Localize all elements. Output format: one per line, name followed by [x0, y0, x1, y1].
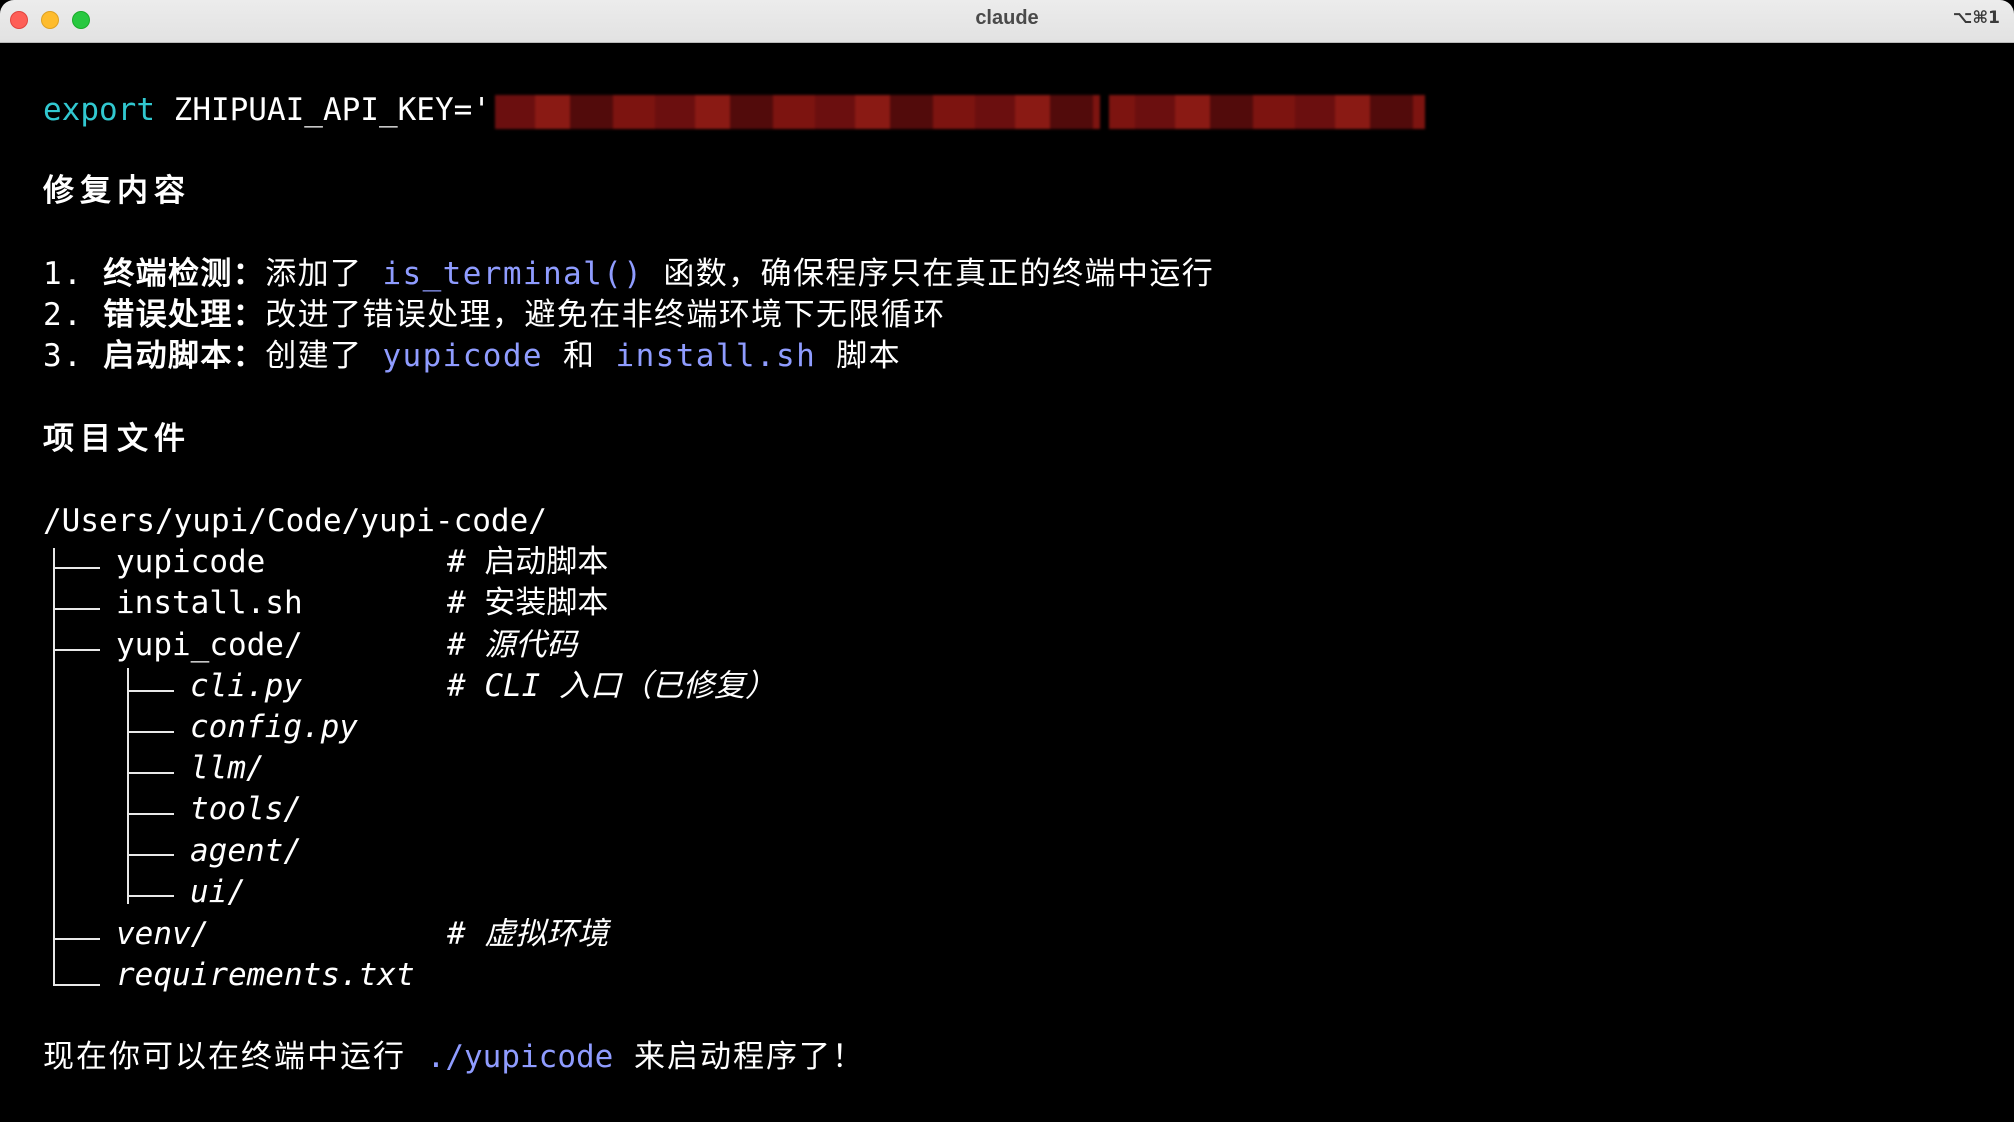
tree-comment: # 安装脚本	[447, 585, 609, 621]
fix-item-code: yupicode	[382, 338, 543, 374]
fix-section-heading: 修复内容	[43, 173, 191, 209]
window-shortcut-label: ⌥⌘1	[1952, 8, 2000, 28]
tree-entry: requirements.txt	[116, 957, 415, 993]
fix-item-label: 错误处理：	[103, 297, 266, 333]
footer-text: 来启动程序了！	[613, 1039, 865, 1075]
fix-item-label: 启动脚本：	[103, 338, 266, 374]
fix-item-number: 2.	[43, 297, 104, 333]
fix-item-text: 创建了	[265, 338, 383, 374]
tree-root-path: /Users/yupi/Code/yupi-code/	[43, 503, 547, 539]
fix-item-3: 3. 启动脚本：创建了 yupicode 和 install.sh 脚本	[43, 336, 901, 377]
fix-item-code: is_terminal()	[382, 256, 644, 292]
fix-item-label: 终端检测：	[103, 256, 266, 292]
fix-item-text: 脚本	[816, 338, 902, 374]
export-line: export ZHIPUAI_API_KEY='	[43, 90, 1425, 131]
redacted-api-key	[494, 94, 1425, 129]
terminal-output[interactable]: export ZHIPUAI_API_KEY=' 修复内容 1. 终端检测：添加…	[0, 43, 2014, 1122]
files-section-heading: 项目文件	[43, 421, 191, 457]
export-keyword: export	[43, 92, 155, 128]
tree-entry: yupicode	[116, 544, 266, 580]
fix-item-text: 添加了	[265, 256, 383, 292]
tree-entry: yupi_code/	[116, 627, 303, 663]
footer-text: 现在你可以在终端中运行	[43, 1039, 427, 1075]
tree-entry: ui/	[190, 874, 246, 910]
tree-entry: tools/	[190, 791, 302, 827]
fix-item-number: 3.	[43, 338, 104, 374]
terminal-window: claude ⌥⌘1 export ZHIPUAI_API_KEY=' 修复内容…	[0, 0, 2014, 1122]
tree-entry: agent/	[190, 833, 302, 869]
footer-message: 现在你可以在终端中运行 ./yupicode 来启动程序了！	[43, 1037, 865, 1078]
tree-comment: # 源代码	[447, 627, 578, 663]
fix-item-text: 函数，确保程序只在真正的终端中运行	[643, 256, 1215, 292]
fix-item-1: 1. 终端检测：添加了 is_terminal() 函数，确保程序只在真正的终端…	[43, 254, 1214, 295]
tree-comment: # 启动脚本	[447, 544, 609, 580]
tree-entry: install.sh	[116, 585, 303, 621]
file-tree-lines	[50, 548, 174, 1042]
window-title: claude	[975, 7, 1039, 29]
fix-item-number: 1.	[43, 256, 104, 292]
fix-item-text: 改进了错误处理，避免在非终端环境下无限循环	[265, 297, 946, 333]
tree-entry: llm/	[190, 750, 265, 786]
fix-item-2: 2. 错误处理：改进了错误处理，避免在非终端环境下无限循环	[43, 295, 946, 336]
tree-comment: # 虚拟环境	[447, 916, 609, 952]
tree-comment: # CLI 入口（已修复）	[447, 668, 776, 704]
tree-entry: cli.py	[190, 668, 302, 704]
title-bar: claude ⌥⌘1	[0, 0, 2014, 43]
fix-item-code: install.sh	[615, 338, 817, 374]
tree-entry: config.py	[190, 709, 358, 745]
tree-entry: venv/	[116, 916, 210, 952]
export-variable: ZHIPUAI_API_KEY='	[173, 92, 491, 128]
footer-command: ./yupicode	[426, 1039, 614, 1075]
fix-item-text: 和	[542, 338, 616, 374]
